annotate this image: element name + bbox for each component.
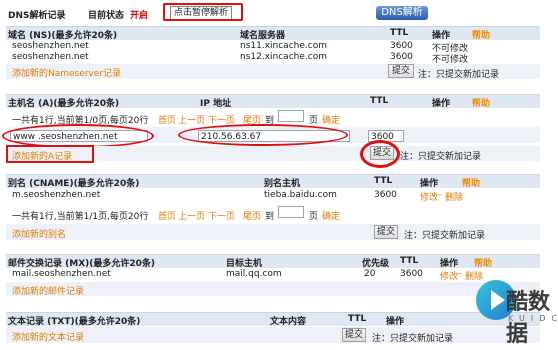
play-icon (491, 290, 505, 310)
mx-col-priority: 优先级 (362, 259, 390, 269)
a-pager-prev[interactable]: 上一页 (178, 113, 205, 126)
cname-pager-prev[interactable]: 上一页 (178, 209, 205, 222)
cname-pager-page-label: 页 (309, 212, 319, 222)
cname-col-alias: 别名 (CNAME)(最多允许20条) (8, 179, 140, 189)
ns-help-link[interactable]: 帮助 (472, 28, 490, 41)
ns-row-1-server: ns11.xincache.com (240, 41, 327, 51)
a-pager-page-input[interactable] (278, 110, 304, 122)
ns-col-action: 操作 (432, 31, 451, 41)
add-txt-link[interactable]: 添加新的文本记录 (12, 330, 84, 343)
ns-row-2-ttl: 3600 (390, 52, 413, 62)
cname-pager-summary: 一共有1行,当前第1/1页,每页20行 (12, 212, 149, 222)
annotation-highlight-ip (178, 124, 348, 146)
cname-pager-next[interactable]: 下一页 (208, 209, 235, 222)
annotation-highlight-submit (360, 140, 400, 168)
annotation-highlight-pause (163, 3, 243, 21)
cname-pager-to: 到 (265, 212, 275, 222)
mx-help-link[interactable]: 帮助 (474, 256, 492, 269)
a-col-host: 主机名 (A)(最多允许20条) (8, 99, 120, 109)
mx-col-record: 邮件交换记录 (MX)(最多允许20条) (8, 259, 156, 269)
ns-row-1-domain: seoshenzhen.net (12, 41, 89, 51)
status-value: 开启 (130, 11, 149, 21)
cname-submit-button[interactable]: 提交 (374, 225, 398, 239)
cname-row-host: tieba.baidu.com (264, 190, 337, 200)
cname-col-ttl: TTL (374, 176, 393, 186)
ns-col-ttl: TTL (390, 28, 409, 38)
a-pager-first[interactable]: 首页 (158, 113, 176, 126)
txt-col-action: 操作 (386, 317, 405, 327)
ns-col-server: 域名服务器 (240, 31, 286, 41)
add-ns-record-link[interactable]: 添加新的Nameserver记录 (12, 66, 121, 79)
status-label: 目前状态 (88, 11, 125, 21)
ns-row-1-ttl: 3600 (390, 41, 413, 51)
mx-delete-link[interactable]: 删除 (465, 269, 483, 282)
txt-col-record: 文本记录 (TXT)(最多允许20条) (8, 317, 141, 327)
dns-resolution-button[interactable]: DNS解析 (376, 6, 428, 20)
mx-col-host: 目标主机 (226, 259, 263, 269)
ns-row-2-domain: seoshenzhen.net (12, 52, 89, 62)
mx-row-priority: 20 (364, 269, 376, 279)
dns-records-title: DNS解析记录 (8, 11, 66, 21)
a-submit-note: 注：只提交新加记录 (400, 152, 482, 162)
a-help-link[interactable]: 帮助 (472, 96, 490, 109)
a-col-ip: IP 地址 (200, 99, 232, 109)
a-col-ttl: TTL (370, 96, 389, 106)
ns-submit-button[interactable]: 提交 (388, 64, 414, 78)
txt-col-ttl: TTL (348, 314, 367, 324)
txt-submit-button[interactable]: 提交 (342, 328, 366, 342)
cname-help-link[interactable]: 帮助 (462, 176, 480, 189)
txt-submit-note: 注：只提交新加记录 (372, 334, 454, 344)
cname-pager-page-input[interactable] (278, 206, 304, 218)
cname-delete-link[interactable]: 删除 (445, 190, 463, 203)
mx-row-record: mail.seoshenzhen.net (12, 269, 111, 279)
mx-col-action: 操作 (440, 259, 459, 269)
mx-row-host: mail.qq.com (226, 269, 282, 279)
a-col-action: 操作 (432, 99, 451, 109)
ns-row-2-server: ns12.xincache.com (240, 52, 327, 62)
txt-col-content: 文本内容 (270, 317, 307, 327)
mx-edit-link[interactable]: 修改 (440, 269, 458, 282)
cname-pager-first[interactable]: 首页 (158, 209, 176, 222)
cname-col-action: 操作 (420, 179, 439, 189)
mx-row-ttl: 3600 (400, 269, 423, 279)
a-pager-page-label: 页 (309, 116, 319, 126)
cname-row-ttl: 3600 (374, 190, 397, 200)
ns-submit-note: 注：只提交新加记录 (418, 70, 500, 80)
cname-edit-link[interactable]: 修改 (420, 190, 438, 203)
annotation-highlight-add-a (6, 145, 94, 163)
watermark-subtext: KUIDC (508, 314, 558, 323)
add-mx-link[interactable]: 添加新的邮件记录 (12, 284, 84, 297)
cname-pager-go[interactable]: 确定 (322, 209, 340, 222)
cname-pager-last[interactable]: 尾页 (243, 209, 261, 222)
cname-submit-note: 注：只提交新加记录 (404, 231, 486, 241)
add-cname-link[interactable]: 添加新的别名 (12, 227, 66, 240)
mx-col-ttl: TTL (400, 256, 419, 266)
cname-row-alias: m.seoshenzhen.net (12, 190, 101, 200)
cname-col-host: 别名主机 (264, 179, 301, 189)
ns-col-domain: 域名 (NS)(最多允许20条) (8, 31, 118, 41)
a-pager-go[interactable]: 确定 (322, 113, 340, 126)
